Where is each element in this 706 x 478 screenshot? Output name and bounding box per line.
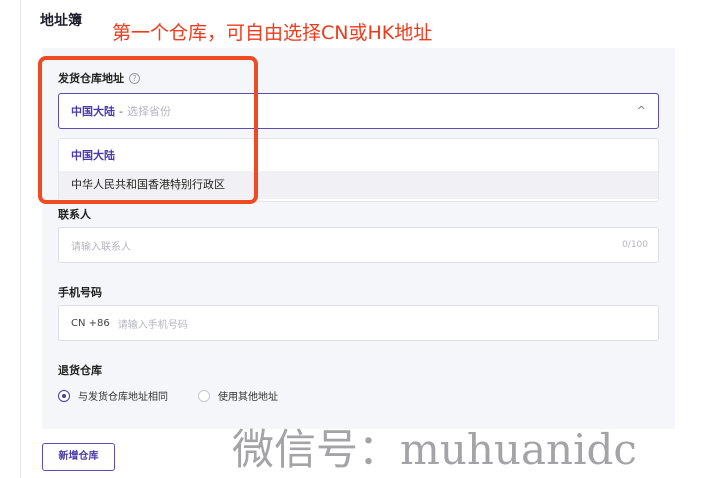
watermark: 微信号：muhuanidc bbox=[232, 425, 637, 474]
contact-placeholder: 请输入联系人 bbox=[71, 241, 131, 253]
chevron-up-icon[interactable]: ^ bbox=[637, 104, 646, 117]
phone-placeholder: 请输入手机号码 bbox=[117, 319, 188, 331]
phone-input[interactable]: CN +86 请输入手机号码 bbox=[58, 305, 659, 341]
radio-other-address[interactable] bbox=[198, 389, 210, 402]
radio-same-address[interactable] bbox=[58, 389, 70, 402]
highlight-box bbox=[38, 56, 258, 204]
radio-same-address-label[interactable]: 与发货仓库地址相同 bbox=[78, 388, 168, 403]
contact-input[interactable]: 请输入联系人 0/100 bbox=[58, 227, 659, 263]
radio-other-address-label[interactable]: 使用其他地址 bbox=[218, 388, 278, 403]
section-title: 地址簿 bbox=[40, 13, 82, 29]
phone-label: 手机号码 bbox=[58, 286, 102, 299]
contact-label: 联系人 bbox=[58, 208, 91, 221]
return-warehouse-radio-group: 与发货仓库地址相同 使用其他地址 bbox=[58, 388, 278, 403]
return-warehouse-label: 退货仓库 bbox=[58, 364, 102, 377]
annotation-text: 第一个仓库，可自由选择CN或HK地址 bbox=[112, 22, 433, 44]
left-divider bbox=[20, 0, 21, 478]
add-warehouse-button[interactable]: 新增仓库 bbox=[42, 443, 115, 471]
char-counter: 0/100 bbox=[622, 240, 648, 250]
country-code-prefix[interactable]: CN +86 bbox=[71, 318, 110, 329]
